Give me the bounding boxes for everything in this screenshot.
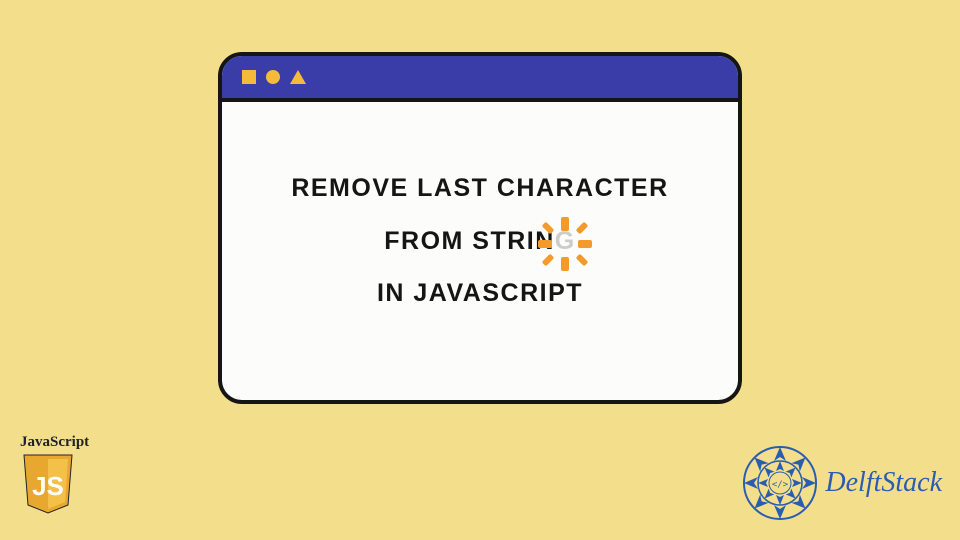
- headline-line-2: FROM STRING: [252, 215, 708, 268]
- content-area: REMOVE LAST CHARACTER FROM STRING IN JAV…: [222, 102, 738, 320]
- headline-line-1: REMOVE LAST CHARACTER: [252, 162, 708, 215]
- triangle-icon: [290, 70, 306, 84]
- shield-text: JS: [32, 471, 64, 501]
- headline-line-2-prefix: FROM STRIN: [384, 227, 555, 255]
- circle-icon: [266, 70, 280, 84]
- svg-text:</>: </>: [772, 480, 789, 490]
- delftstack-logo: </> DelftStack: [741, 444, 942, 522]
- javascript-shield-icon: JS: [20, 453, 76, 515]
- headline-line-3: IN JAVASCRIPT: [252, 267, 708, 320]
- javascript-label: JavaScript: [20, 434, 105, 451]
- app-window: REMOVE LAST CHARACTER FROM STRING IN JAV…: [218, 52, 742, 404]
- delftstack-emblem-icon: </>: [741, 444, 819, 522]
- delftstack-brand-text: DelftStack: [825, 467, 942, 499]
- headline-line-2-lastchar: G: [555, 227, 576, 255]
- square-icon: [242, 70, 256, 84]
- javascript-badge: JavaScript JS: [20, 434, 105, 520]
- window-titlebar: [222, 56, 738, 102]
